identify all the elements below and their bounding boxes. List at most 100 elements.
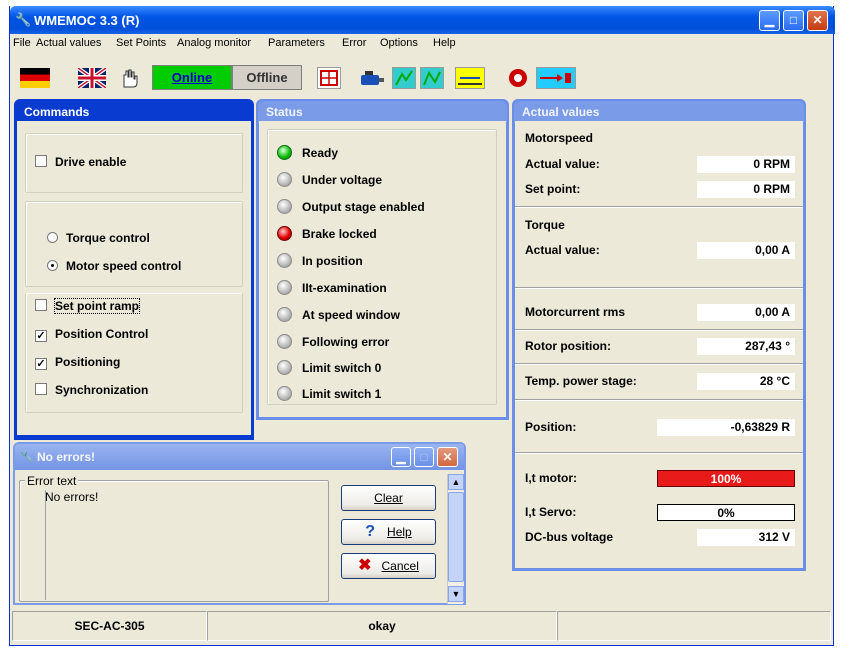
torque-actual-value: 0,00 A [697, 242, 795, 259]
actual-values-title: Actual values [514, 101, 804, 123]
english-flag-icon[interactable] [78, 68, 106, 88]
drive-enable-checkbox[interactable]: Drive enable [35, 155, 126, 169]
separator [515, 363, 803, 365]
menu-set-points[interactable]: Set Points [116, 37, 166, 49]
cancel-label: Cancel [381, 559, 419, 573]
menu-help[interactable]: Help [433, 37, 456, 49]
offline-button[interactable]: Offline [232, 65, 302, 90]
led-off-icon [277, 253, 292, 268]
minimize-icon[interactable]: ▁ [759, 10, 780, 31]
torque-actual-label: Actual value: [525, 243, 600, 257]
actual-values-panel: Actual values Motorspeed Actual value: 0… [512, 99, 806, 571]
led-off-icon [277, 334, 292, 349]
stop-icon[interactable] [506, 67, 530, 89]
scroll-down-icon[interactable]: ▼ [448, 586, 464, 602]
divider [45, 490, 46, 600]
status-following-error: Following error [277, 334, 389, 349]
status-limit-switch-0: Limit switch 0 [277, 360, 381, 375]
clear-label: Clear [374, 491, 403, 505]
menu-options[interactable]: Options [380, 37, 418, 49]
app-window: 🔧 WMEMOC 3.3 (R) ▁ □ ✕ File Actual value… [9, 6, 835, 646]
motor-icon[interactable] [357, 67, 385, 89]
close-icon[interactable]: ✕ [807, 10, 828, 31]
error-dialog-titlebar[interactable]: 🔧 No errors! ▁ □ ✕ [15, 444, 464, 470]
connect-icon[interactable] [536, 67, 576, 89]
maximize-icon[interactable]: □ [783, 10, 804, 31]
status-label: Limit switch 1 [302, 387, 382, 401]
radio-selected-icon [47, 260, 58, 271]
commands-title: Commands [16, 101, 252, 123]
help-button[interactable]: ? Help [341, 519, 436, 545]
app-icon: 🔧 [15, 12, 32, 27]
checkbox-icon [35, 155, 47, 167]
commands-panel: Commands Drive enable Torque control Mot… [14, 99, 254, 440]
dialog-icon: 🔧 [20, 451, 34, 463]
status-label: Output stage enabled [302, 200, 425, 214]
led-off-icon [277, 307, 292, 322]
status-label: Limit switch 0 [302, 361, 382, 375]
motor-speed-control-label: Motor speed control [66, 259, 182, 273]
temp-power-stage-label: Temp. power stage: [525, 374, 637, 388]
menu-error[interactable]: Error [342, 37, 366, 49]
led-off-icon [277, 360, 292, 375]
menu-file[interactable]: File [13, 37, 31, 49]
torque-control-label: Torque control [66, 231, 150, 245]
menu-analog-monitor[interactable]: Analog monitor [177, 37, 251, 49]
clear-button[interactable]: Clear [341, 485, 436, 511]
rotor-position-label: Rotor position: [525, 339, 611, 353]
scroll-thumb[interactable] [448, 492, 464, 582]
diagram-icon[interactable] [317, 67, 341, 89]
minimize-icon[interactable]: ▁ [391, 447, 411, 467]
status-label: Brake locked [302, 227, 377, 241]
help-icon: ? [365, 523, 376, 540]
scroll-up-icon[interactable]: ▲ [448, 474, 464, 490]
separator [515, 399, 803, 401]
status-label: Ready [302, 146, 339, 160]
torque-control-radio[interactable]: Torque control [47, 231, 150, 245]
motor-speed-control-radio[interactable]: Motor speed control [47, 259, 181, 273]
position-value: -0,63829 R [657, 419, 795, 436]
separator [515, 287, 803, 289]
motorspeed-header: Motorspeed [525, 131, 594, 145]
i2t-motor-value: 100% [710, 472, 742, 486]
led-off-icon [277, 172, 292, 187]
toolbar: Online Offline [10, 56, 833, 96]
status-title: Status [258, 101, 507, 123]
i2t-motor-bar: 100% [657, 470, 795, 487]
separator [515, 452, 803, 454]
led-off-icon [277, 199, 292, 214]
title-bar[interactable]: 🔧 WMEMOC 3.3 (R) ▁ □ ✕ [10, 6, 835, 34]
motorspeed-setpoint-label: Set point: [525, 182, 581, 196]
german-flag-icon[interactable] [20, 68, 50, 88]
options-group [25, 293, 243, 413]
motorspeed-actual-label: Actual value: [525, 157, 600, 171]
speed-graph-icon[interactable] [420, 67, 444, 89]
reference-icon[interactable] [455, 67, 485, 89]
error-dialog: 🔧 No errors! ▁ □ ✕ Error text No errors!… [13, 442, 466, 605]
menu-parameters[interactable]: Parameters [268, 37, 325, 49]
close-icon[interactable]: ✕ [437, 447, 458, 467]
statusbar-state: okay [207, 611, 557, 641]
menu-actual-values[interactable]: Actual values [36, 37, 101, 49]
cancel-button[interactable]: ✖ Cancel [341, 553, 436, 579]
status-output-stage-enabled: Output stage enabled [277, 199, 425, 214]
temp-power-stage-value: 28 °C [697, 373, 795, 390]
window-title: WMEMOC 3.3 (R) [34, 13, 140, 28]
statusbar-extra [557, 611, 831, 641]
status-under-voltage: Under voltage [277, 172, 382, 187]
led-green-icon [277, 145, 292, 160]
hand-icon[interactable] [118, 67, 142, 89]
status-iit-examination: IIt-examination [277, 280, 387, 295]
motorcurrent-value: 0,00 A [697, 304, 795, 321]
commands-body: Drive enable Torque control Motor speed … [17, 121, 251, 435]
maximize-icon: □ [414, 447, 434, 467]
online-button[interactable]: Online [152, 65, 232, 90]
status-label: IIt-examination [302, 281, 387, 295]
status-at-speed-window: At speed window [277, 307, 400, 322]
status-limit-switch-1: Limit switch 1 [277, 386, 381, 401]
status-bar: SEC-AC-305 okay [10, 609, 833, 643]
status-label: At speed window [302, 308, 401, 322]
torque-header: Torque [525, 218, 565, 232]
current-graph-icon[interactable] [392, 67, 416, 89]
dialog-scrollbar[interactable]: ▲ ▼ [447, 474, 464, 604]
